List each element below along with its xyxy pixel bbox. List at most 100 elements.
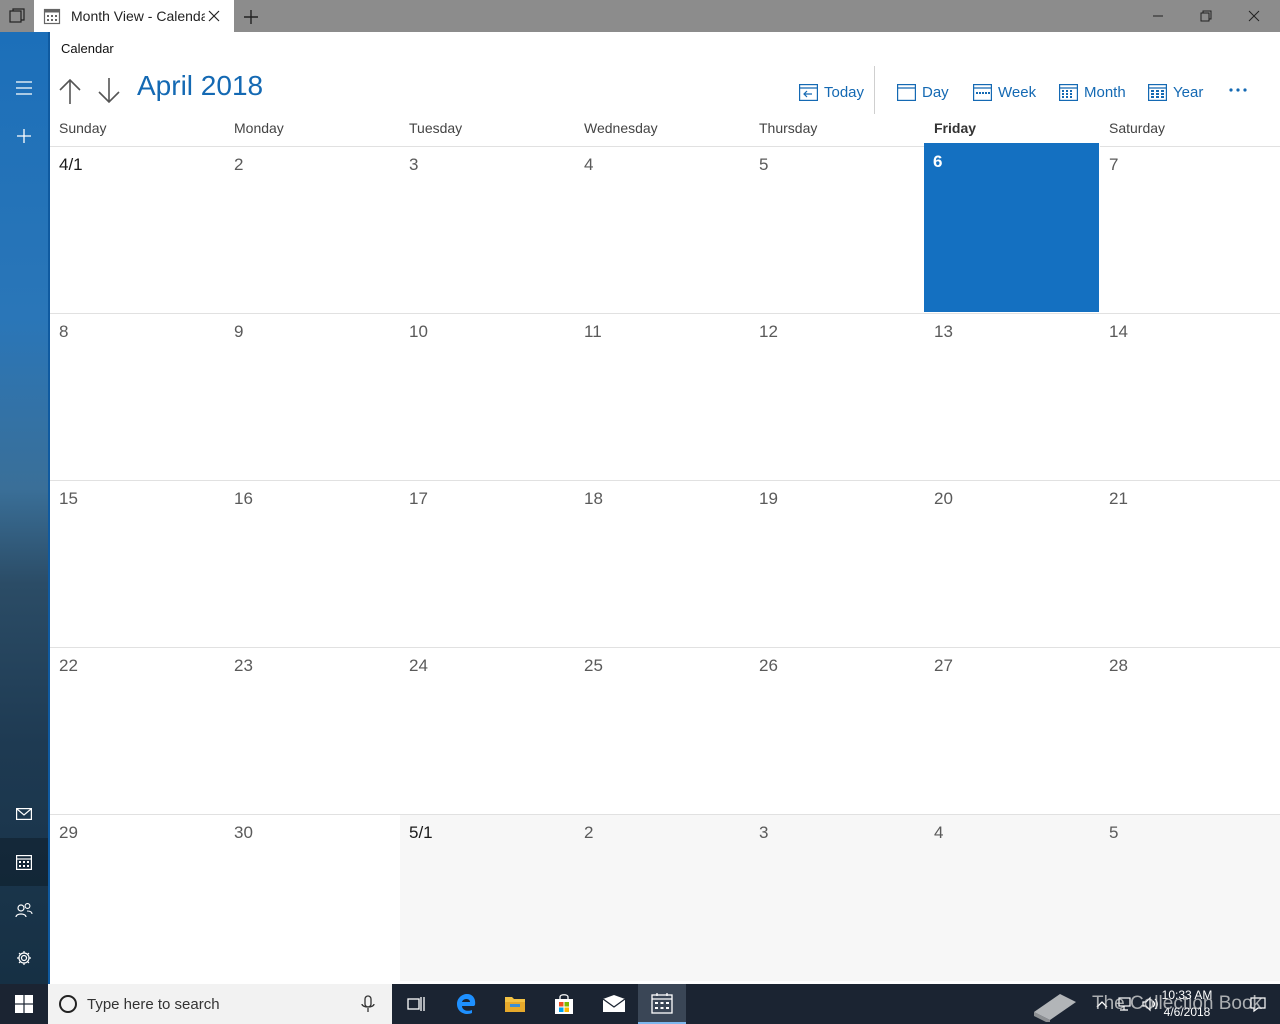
day-cell[interactable]: 24 — [400, 647, 575, 814]
day-cell[interactable]: 20 — [925, 480, 1100, 647]
day-cell[interactable]: 5/1 — [400, 814, 575, 981]
people-icon[interactable] — [0, 886, 48, 934]
new-event-button[interactable] — [0, 112, 48, 160]
weekday-header: Tuesday — [409, 120, 463, 136]
day-view-button[interactable]: Day — [897, 80, 949, 104]
day-number: 25 — [584, 656, 603, 675]
day-cell[interactable]: 12 — [750, 313, 925, 480]
day-cell[interactable]: 2 — [575, 814, 750, 981]
day-cell[interactable]: 3 — [750, 814, 925, 981]
week-label: Week — [998, 83, 1037, 101]
day-number: 13 — [934, 322, 953, 341]
month-view-button[interactable]: Month — [1059, 80, 1126, 104]
day-number: 8 — [59, 322, 69, 341]
previous-month-arrow-icon[interactable] — [56, 76, 84, 106]
day-cell[interactable]: 16 — [225, 480, 400, 647]
microphone-icon[interactable] — [358, 994, 378, 1014]
day-number: 24 — [409, 656, 428, 675]
day-cell[interactable]: 15 — [50, 480, 225, 647]
day-number: 27 — [934, 656, 953, 675]
day-cell[interactable]: 7 — [1100, 146, 1280, 313]
month-title[interactable]: April 2018 — [137, 70, 263, 102]
day-cell[interactable]: 13 — [925, 313, 1100, 480]
day-cell[interactable]: 10 — [400, 313, 575, 480]
settings-gear-icon[interactable] — [0, 934, 48, 982]
file-explorer-icon[interactable] — [491, 984, 539, 1024]
search-placeholder: Type here to search — [87, 995, 220, 1013]
browser-tab[interactable]: Month View - Calendar — [34, 0, 234, 32]
day-cell[interactable]: 28 — [1100, 647, 1280, 814]
day-cell[interactable]: 30 — [225, 814, 400, 981]
day-cell[interactable]: 25 — [575, 647, 750, 814]
weekday-header: Wednesday — [584, 120, 658, 136]
restore-button[interactable] — [1182, 0, 1230, 32]
day-cell[interactable]: 29 — [50, 814, 225, 981]
day-cell[interactable]: 5 — [750, 146, 925, 313]
day-cell[interactable]: 19 — [750, 480, 925, 647]
today-button[interactable]: Today — [799, 80, 864, 104]
calendar-app-icon[interactable] — [638, 984, 686, 1024]
day-cell[interactable]: 4 — [925, 814, 1100, 981]
mail-icon[interactable] — [0, 790, 48, 838]
go-to-today-icon — [799, 84, 818, 101]
day-cell[interactable]: 22 — [50, 647, 225, 814]
day-cell[interactable]: 18 — [575, 480, 750, 647]
day-number: 5 — [759, 155, 769, 174]
hamburger-menu-button[interactable] — [0, 64, 48, 112]
day-cell[interactable]: 3 — [400, 146, 575, 313]
minimize-button[interactable] — [1134, 0, 1182, 32]
year-view-icon — [1148, 84, 1167, 101]
day-cell[interactable]: 26 — [750, 647, 925, 814]
day-cell[interactable]: 27 — [925, 647, 1100, 814]
sets-tab-icon[interactable] — [0, 0, 34, 32]
action-center-notification-icon[interactable] — [1248, 994, 1268, 1014]
day-number: 4/1 — [59, 155, 83, 174]
day-number: 2 — [584, 823, 594, 842]
year-view-button[interactable]: Year — [1148, 80, 1203, 104]
day-number: 20 — [934, 489, 953, 508]
day-cell[interactable]: 4 — [575, 146, 750, 313]
month-label: Month — [1084, 83, 1126, 101]
edge-browser-icon[interactable] — [442, 984, 490, 1024]
day-cell[interactable]: 14 — [1100, 313, 1280, 480]
day-cell[interactable]: 21 — [1100, 480, 1280, 647]
day-number: 21 — [1109, 489, 1128, 508]
mail-app-icon[interactable] — [590, 984, 638, 1024]
clock-date: 4/6/2018 — [1163, 1005, 1211, 1019]
day-label: Day — [922, 83, 949, 101]
show-hidden-icons-chevron-icon[interactable] — [1092, 994, 1112, 1014]
weekday-header: Saturday — [1109, 120, 1166, 136]
start-button-windows-icon[interactable] — [0, 984, 48, 1024]
network-icon[interactable] — [1116, 994, 1136, 1014]
day-number: 15 — [59, 489, 78, 508]
day-cell[interactable]: 17 — [400, 480, 575, 647]
calendar-nav-icon[interactable] — [0, 838, 48, 886]
taskbar-search-box[interactable]: Type here to search — [48, 984, 392, 1024]
day-number: 9 — [234, 322, 244, 341]
day-cell-today[interactable]: 6 — [924, 143, 1099, 312]
day-number: 7 — [1109, 155, 1119, 174]
today-label: Today — [824, 83, 865, 101]
day-cell[interactable]: 2 — [225, 146, 400, 313]
day-cell[interactable]: 11 — [575, 313, 750, 480]
day-cell[interactable]: 8 — [50, 313, 225, 480]
store-icon[interactable] — [540, 984, 588, 1024]
close-button[interactable] — [1230, 0, 1278, 32]
day-number: 10 — [409, 322, 428, 341]
more-options-icon[interactable] — [1228, 78, 1254, 102]
new-tab-button[interactable] — [240, 6, 262, 28]
day-cell[interactable]: 9 — [225, 313, 400, 480]
taskbar-clock[interactable]: 10:33 AM 4/6/2018 — [1152, 987, 1222, 1021]
clock-time: 10:33 AM — [1161, 988, 1213, 1002]
calendar-icon — [43, 8, 61, 25]
weekday-header: Sunday — [59, 120, 107, 136]
task-view-icon[interactable] — [392, 984, 440, 1024]
week-view-icon — [973, 84, 992, 101]
app-title: Calendar — [61, 41, 114, 56]
week-view-button[interactable]: Week — [973, 80, 1036, 104]
day-cell[interactable]: 4/1 — [50, 146, 225, 313]
close-tab-icon[interactable] — [205, 7, 223, 25]
next-month-arrow-icon[interactable] — [95, 76, 123, 106]
day-cell[interactable]: 23 — [225, 647, 400, 814]
day-cell[interactable]: 5 — [1100, 814, 1280, 981]
